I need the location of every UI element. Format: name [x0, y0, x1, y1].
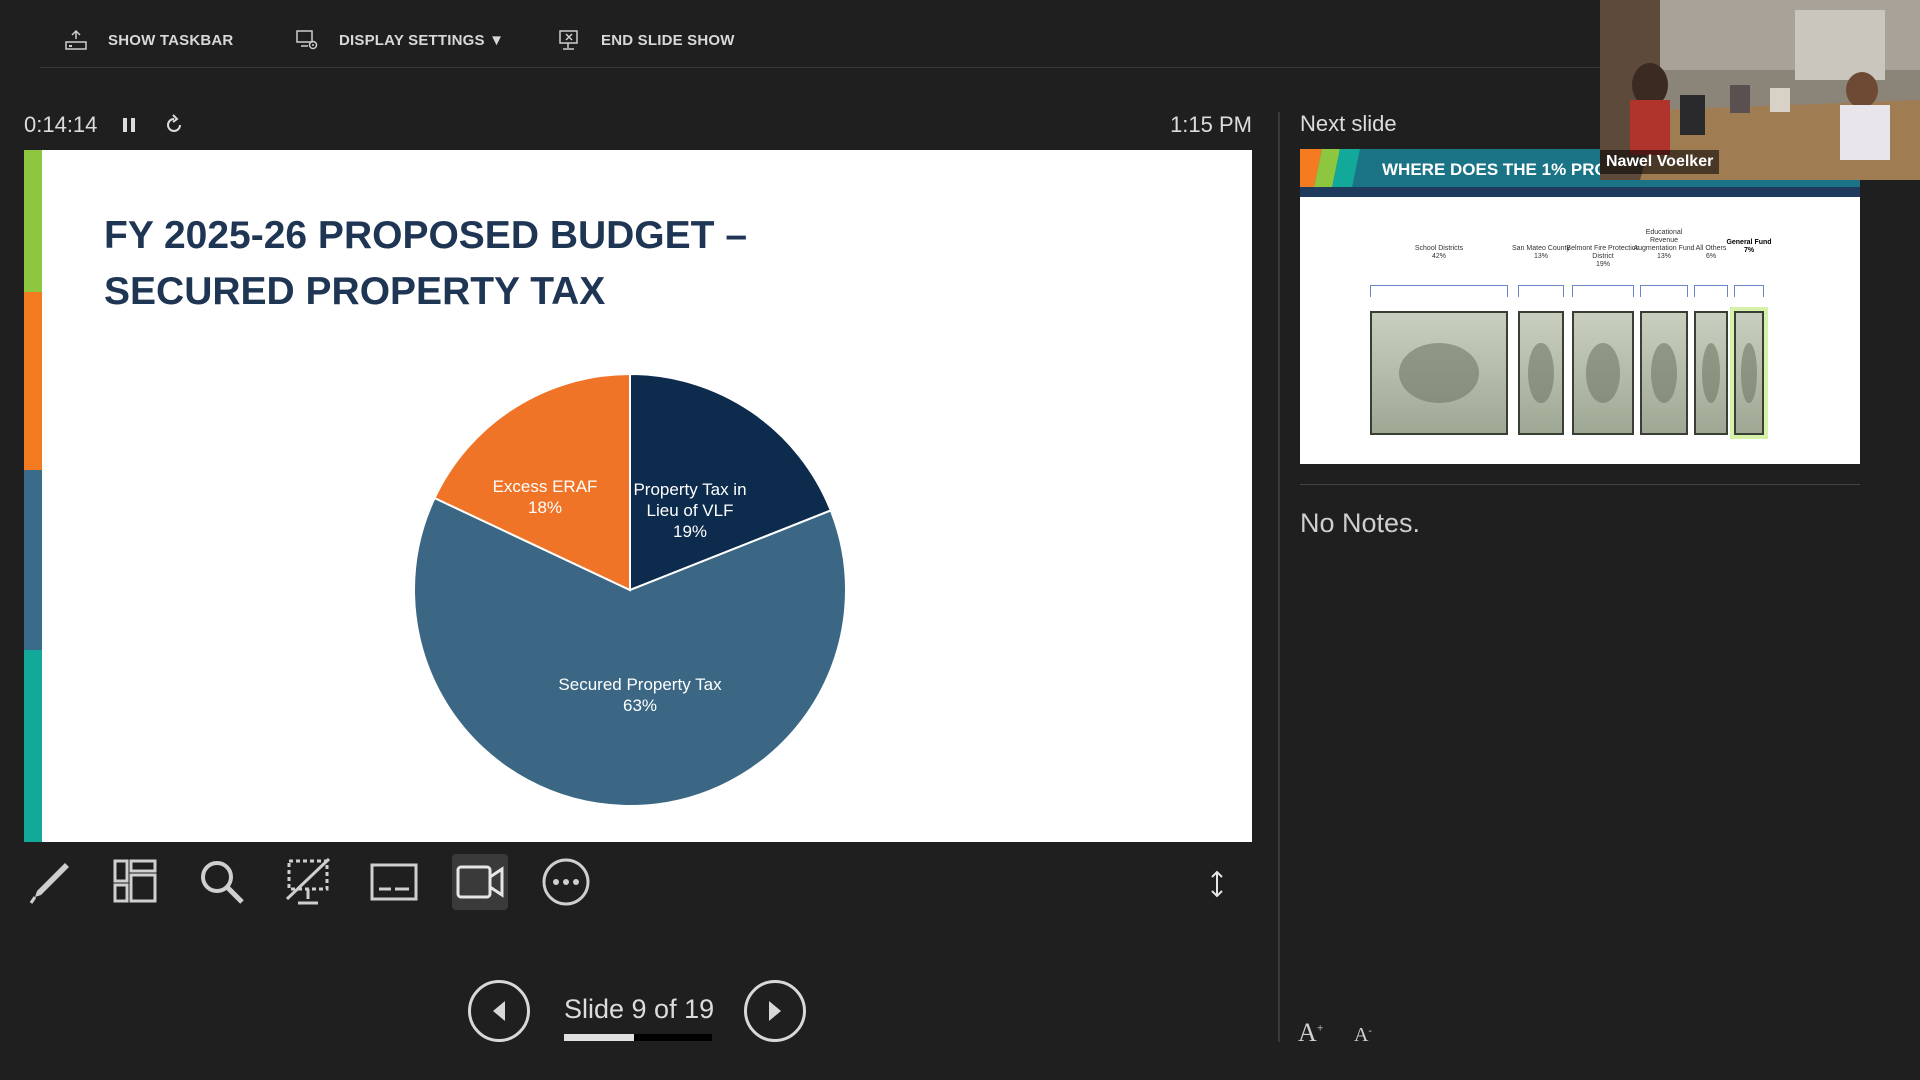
participant-name: Nawel Voelker: [1600, 150, 1720, 174]
dollar-segment-name: Belmont Fire Protection District: [1566, 245, 1640, 260]
dollar-segment-label: Belmont Fire Protection District 19%: [1564, 245, 1642, 269]
next-slide-label: Next slide: [1300, 111, 1397, 136]
dollar-bill-segment: [1734, 311, 1764, 435]
dollar-segment-pct: 19%: [1595, 261, 1610, 268]
dollar-segment-label: San Mateo County 13%: [1510, 245, 1572, 261]
next-slide-thumbnail[interactable]: WHERE DOES THE 1% PRO School Districts 42…: [1300, 149, 1860, 464]
slide-tools: [20, 850, 1260, 916]
magnifier-icon: [201, 861, 244, 904]
dollar-bill-detail: [1741, 343, 1757, 403]
dollar-bill-detail: [1528, 343, 1554, 403]
notes-divider: [1300, 484, 1860, 485]
dollar-segment-name: San Mateo County: [1512, 245, 1570, 252]
pen-tool-button[interactable]: [22, 854, 78, 910]
dollar-segment-bracket: [1572, 285, 1634, 297]
black-screen-button[interactable]: [280, 854, 336, 910]
end-slide-show-button[interactable]: END SLIDE SHOW: [557, 28, 735, 52]
dollar-bill-segment: [1572, 311, 1634, 435]
end-slide-show-label: END SLIDE SHOW: [601, 31, 735, 49]
slide-progress-fill: [564, 1034, 634, 1041]
banner-bottom-bar: [1300, 187, 1860, 197]
speaker-notes: No Notes.: [1300, 508, 1421, 538]
end-slide-show-icon: [559, 30, 578, 50]
previous-arrow-icon: [493, 1001, 505, 1021]
dollar-segment-pct: 13%: [1533, 253, 1548, 260]
display-settings-label: DISPLAY SETTINGS ▼: [339, 31, 505, 49]
dollar-bill-segment: [1640, 311, 1688, 435]
dollar-segment-pct: 7%: [1743, 247, 1755, 254]
show-taskbar-label: SHOW TASKBAR: [108, 31, 234, 49]
dollar-segment-label: School Districts 42%: [1362, 245, 1516, 261]
dollar-segment-bracket: [1370, 285, 1508, 297]
dollar-bill-segment: [1518, 311, 1564, 435]
restart-timer-icon[interactable]: [163, 114, 185, 136]
presenter-toolbar: SHOW TASKBAR DISPLAY SETTINGS ▼ END SLID…: [0, 0, 1600, 70]
increase-font-icon[interactable]: A+: [1298, 1018, 1324, 1048]
dollar-segment-name: School Districts: [1414, 245, 1464, 252]
screen-slash-icon: [285, 857, 331, 905]
dollar-bill-detail: [1650, 343, 1678, 403]
resize-arrow-icon[interactable]: [1208, 870, 1226, 898]
more-icon: [542, 858, 590, 906]
dollar-bill-detail: [1702, 343, 1720, 403]
dollar-bill-detail: [1398, 343, 1480, 403]
decrease-font-icon[interactable]: A-: [1354, 1024, 1372, 1047]
display-settings-button[interactable]: DISPLAY SETTINGS ▼: [295, 28, 504, 52]
dollar-segment-pct: 42%: [1431, 253, 1446, 260]
previous-slide-button[interactable]: [468, 980, 530, 1042]
dollar-segment-bracket: [1734, 285, 1764, 297]
see-all-slides-button[interactable]: [108, 854, 164, 910]
next-slide-button[interactable]: [744, 980, 806, 1042]
timer-row: 0:14:14 1:15 PM: [24, 110, 1252, 142]
show-taskbar-button[interactable]: SHOW TASKBAR: [64, 28, 233, 52]
dollar-segment-bracket: [1694, 285, 1728, 297]
dollar-bill-segment: [1694, 311, 1728, 435]
display-settings-icon: [296, 30, 318, 50]
current-slide[interactable]: FY 2025-26 PROPOSED BUDGET – SECURED PRO…: [24, 150, 1252, 842]
pause-icon[interactable]: [122, 116, 136, 134]
grid-icon: [113, 859, 157, 903]
camera-button[interactable]: [452, 854, 508, 910]
next-slide-title: WHERE DOES THE 1% PRO: [1382, 160, 1608, 179]
toolbar-divider: [40, 67, 1600, 68]
slide-progress-bar: [564, 1034, 712, 1041]
elapsed-timer: 0:14:14: [24, 112, 98, 137]
current-time: 1:15 PM: [1170, 112, 1252, 137]
video-camera-icon: [456, 865, 504, 899]
subtitles-icon: [370, 863, 418, 901]
zoom-button[interactable]: [194, 854, 250, 910]
subtitles-button[interactable]: [366, 854, 422, 910]
taskbar-icon: [65, 29, 87, 50]
dollar-bill-detail: [1585, 343, 1621, 403]
dollar-segment-bracket: [1518, 285, 1564, 297]
slide-counter[interactable]: Slide 9 of 19: [564, 994, 714, 1025]
dollar-segment-name: General Fund: [1726, 239, 1772, 246]
more-options-button[interactable]: [538, 854, 594, 910]
dollar-bill-segment: [1370, 311, 1508, 435]
dollar-segment-bracket: [1640, 285, 1688, 297]
pen-icon: [29, 863, 69, 904]
pie-chart: Property Tax in Lieu of VLF 19%Secured Pro…: [413, 372, 847, 807]
participant-video[interactable]: Nawel Voelker: [1600, 0, 1920, 180]
pane-separator[interactable]: [1278, 112, 1280, 1042]
dollar-segment-label: General Fund 7%: [1726, 239, 1772, 255]
slide-navigation: Slide 9 of 19: [468, 978, 808, 1044]
next-arrow-icon: [769, 1001, 781, 1021]
